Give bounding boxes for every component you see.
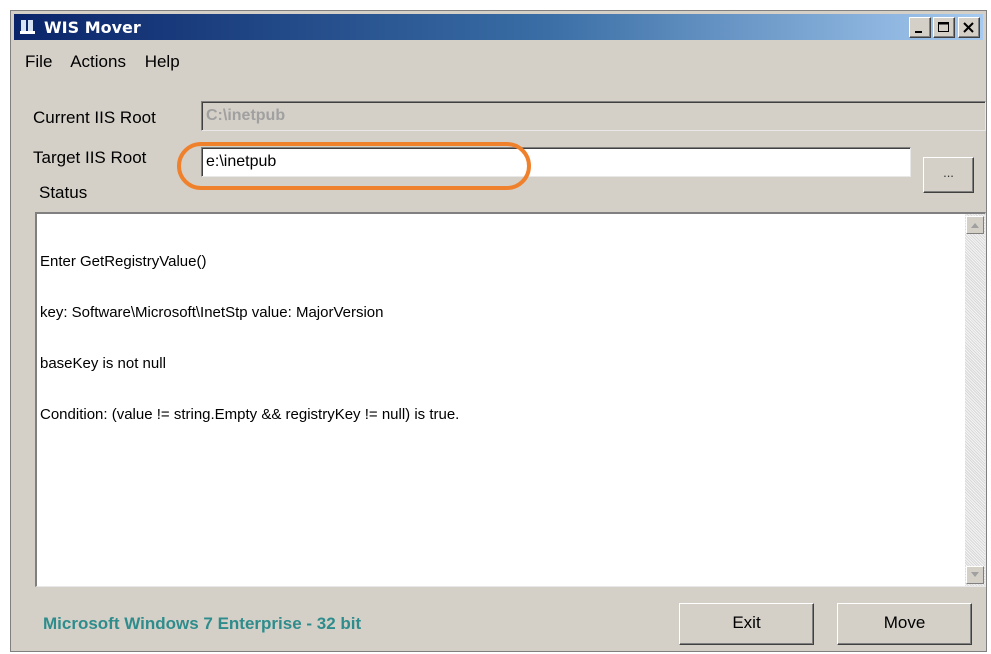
vertical-scrollbar[interactable] — [965, 214, 985, 586]
os-info-text: Microsoft Windows 7 Enterprise - 32 bit — [43, 614, 362, 633]
status-line: Enter GetRegistryValue() — [40, 253, 207, 270]
menu-file[interactable]: File — [25, 52, 52, 71]
menu-actions[interactable]: Actions — [70, 52, 126, 71]
app-window: WIS Mover File Actions Help Current IIS … — [10, 10, 987, 652]
target-iis-root-input[interactable]: e:\inetpub — [201, 147, 911, 177]
browse-button[interactable]: ... — [923, 157, 974, 193]
status-line: baseKey is not null — [40, 355, 166, 372]
chevron-down-icon — [971, 572, 979, 577]
menu-help[interactable]: Help — [145, 52, 180, 71]
current-iis-root-label: Current IIS Root — [33, 108, 156, 127]
app-people-icon — [19, 18, 37, 36]
target-iis-root-label: Target IIS Root — [33, 148, 147, 167]
close-button[interactable] — [958, 17, 980, 38]
menu-bar: File Actions Help — [25, 52, 194, 72]
window-title: WIS Mover — [44, 18, 141, 37]
status-label: Status — [39, 183, 88, 202]
chevron-up-icon — [971, 223, 979, 228]
status-log[interactable]: Enter GetRegistryValue() key: Software\M… — [35, 212, 986, 587]
title-bar[interactable]: WIS Mover — [14, 14, 983, 40]
move-button[interactable]: Move — [837, 603, 972, 645]
status-line: Condition: (value != string.Empty && reg… — [40, 406, 460, 423]
scroll-up-button[interactable] — [966, 216, 984, 234]
status-log-text: Enter GetRegistryValue() key: Software\M… — [40, 219, 961, 457]
maximize-button[interactable] — [933, 17, 955, 38]
status-line: key: Software\Microsoft\InetStp value: M… — [40, 304, 384, 321]
exit-button[interactable]: Exit — [679, 603, 814, 645]
current-iis-root-field: C:\inetpub — [201, 101, 986, 131]
scroll-down-button[interactable] — [966, 566, 984, 584]
minimize-button[interactable] — [909, 17, 931, 38]
